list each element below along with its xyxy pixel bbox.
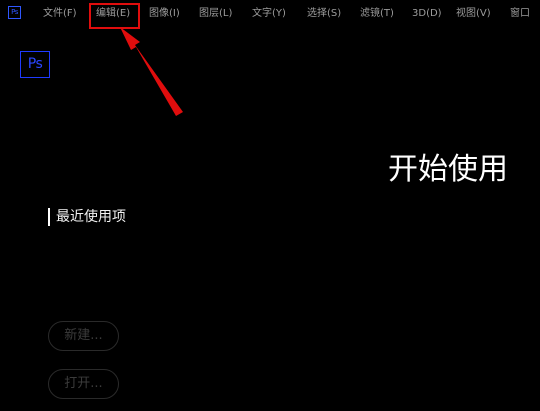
menu-image[interactable]: 图像(I) xyxy=(149,7,180,21)
menu-view[interactable]: 视图(V) xyxy=(456,7,491,21)
photoshop-logo: Ps xyxy=(20,51,50,78)
menu-window[interactable]: 窗口 xyxy=(510,7,530,21)
photoshop-small-icon[interactable]: Ps xyxy=(8,6,21,19)
recent-files-label[interactable]: 最近使用项 xyxy=(56,207,126,227)
recent-indicator xyxy=(48,208,50,226)
menu-file[interactable]: 文件(F) xyxy=(43,7,77,21)
menu-edit[interactable]: 编辑(E) xyxy=(96,7,130,21)
menu-type[interactable]: 文字(Y) xyxy=(252,7,286,21)
menu-bar: Ps 文件(F) 编辑(E) 图像(I) 图层(L) 文字(Y) 选择(S) 滤… xyxy=(0,0,540,28)
menu-filter[interactable]: 滤镜(T) xyxy=(360,7,394,21)
menu-layer[interactable]: 图层(L) xyxy=(199,7,232,21)
open-button[interactable]: 打开... xyxy=(48,369,119,399)
page-title: 开始使用 xyxy=(388,152,508,187)
new-button[interactable]: 新建... xyxy=(48,321,119,351)
menu-select[interactable]: 选择(S) xyxy=(307,7,341,21)
menu-3d[interactable]: 3D(D) xyxy=(412,7,442,21)
